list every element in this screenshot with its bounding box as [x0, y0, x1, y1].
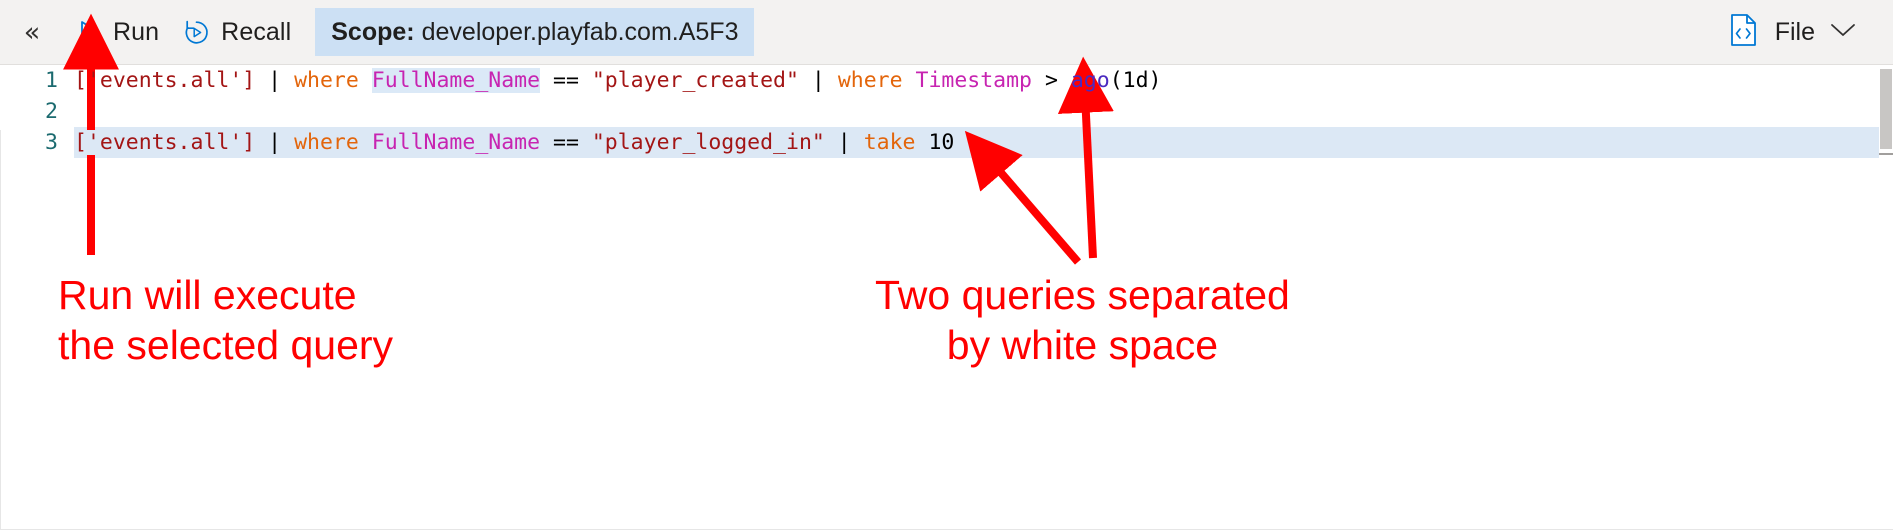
line-number: 2: [45, 99, 58, 124]
recall-button[interactable]: Recall: [171, 0, 303, 64]
line-number: 1: [45, 68, 58, 93]
code-token: 10: [928, 130, 955, 155]
code-line-text[interactable]: ['events.all'] | where FullName_Name == …: [74, 68, 1161, 93]
file-menu-button[interactable]: File: [1722, 0, 1863, 64]
file-menu-label: File: [1774, 17, 1815, 46]
code-token: take: [863, 130, 916, 155]
code-token: FullName_Name: [371, 130, 541, 155]
code-token: where: [837, 68, 903, 93]
scope-value: developer.playfab.com.A5F3: [421, 17, 739, 46]
code-token: |: [837, 130, 851, 155]
chevron-down-icon: [1829, 21, 1857, 44]
code-token: ago: [1070, 68, 1110, 93]
kusto-query-editor-window: « Run Recall Scope: developer.playfab.co…: [0, 0, 1893, 530]
scrollbar-thumb[interactable]: [1880, 69, 1892, 149]
query-editor[interactable]: 1 ['events.all'] | where FullName_Name ==…: [0, 65, 1893, 530]
code-token: where: [294, 68, 359, 93]
code-token: >: [1044, 68, 1058, 93]
toolbar-right-group: File: [1722, 0, 1893, 64]
code-token: FullName_Name: [371, 68, 541, 93]
chevron-double-left-icon: «: [23, 16, 41, 48]
line-number: 3: [45, 130, 58, 155]
scope-label: Scope:: [331, 17, 415, 46]
code-line-text[interactable]: ['events.all'] | where FullName_Name == …: [74, 130, 955, 155]
code-token: |: [268, 130, 282, 155]
editor-toolbar: « Run Recall Scope: developer.playfab.co…: [0, 0, 1893, 65]
code-token: ==: [553, 130, 579, 155]
code-token: Timestamp: [915, 68, 1033, 93]
collapse-panel-button[interactable]: «: [0, 0, 64, 64]
run-button-label: Run: [113, 17, 160, 46]
code-token: ==: [553, 68, 579, 93]
code-token: ['events.all']: [74, 130, 256, 155]
editor-vertical-scrollbar[interactable]: [1879, 65, 1893, 530]
recall-history-icon: [183, 19, 210, 46]
toolbar-left-group: « Run Recall Scope: developer.playfab.co…: [0, 0, 755, 64]
code-token: where: [294, 130, 359, 155]
code-line[interactable]: 1 ['events.all'] | where FullName_Name ==…: [0, 65, 1893, 96]
run-button[interactable]: Run: [64, 0, 171, 64]
editor-splitter-handle[interactable]: [1879, 153, 1893, 155]
code-file-icon: [1728, 13, 1759, 52]
code-token: ['events.all']: [74, 68, 256, 93]
code-token: "player_created": [591, 68, 799, 93]
scope-selector[interactable]: Scope: developer.playfab.com.A5F3: [315, 8, 755, 56]
play-triangle-icon: [76, 19, 102, 45]
code-line[interactable]: 2: [0, 96, 1893, 127]
code-token: |: [268, 68, 282, 93]
code-token: |: [811, 68, 825, 93]
recall-button-label: Recall: [221, 17, 292, 46]
code-token: "player_logged_in": [591, 130, 825, 155]
code-token: (1d): [1109, 68, 1162, 93]
editor-lines[interactable]: 1 ['events.all'] | where FullName_Name ==…: [0, 65, 1893, 530]
code-line[interactable]: 3 ['events.all'] | where FullName_Name ==…: [0, 127, 1893, 158]
